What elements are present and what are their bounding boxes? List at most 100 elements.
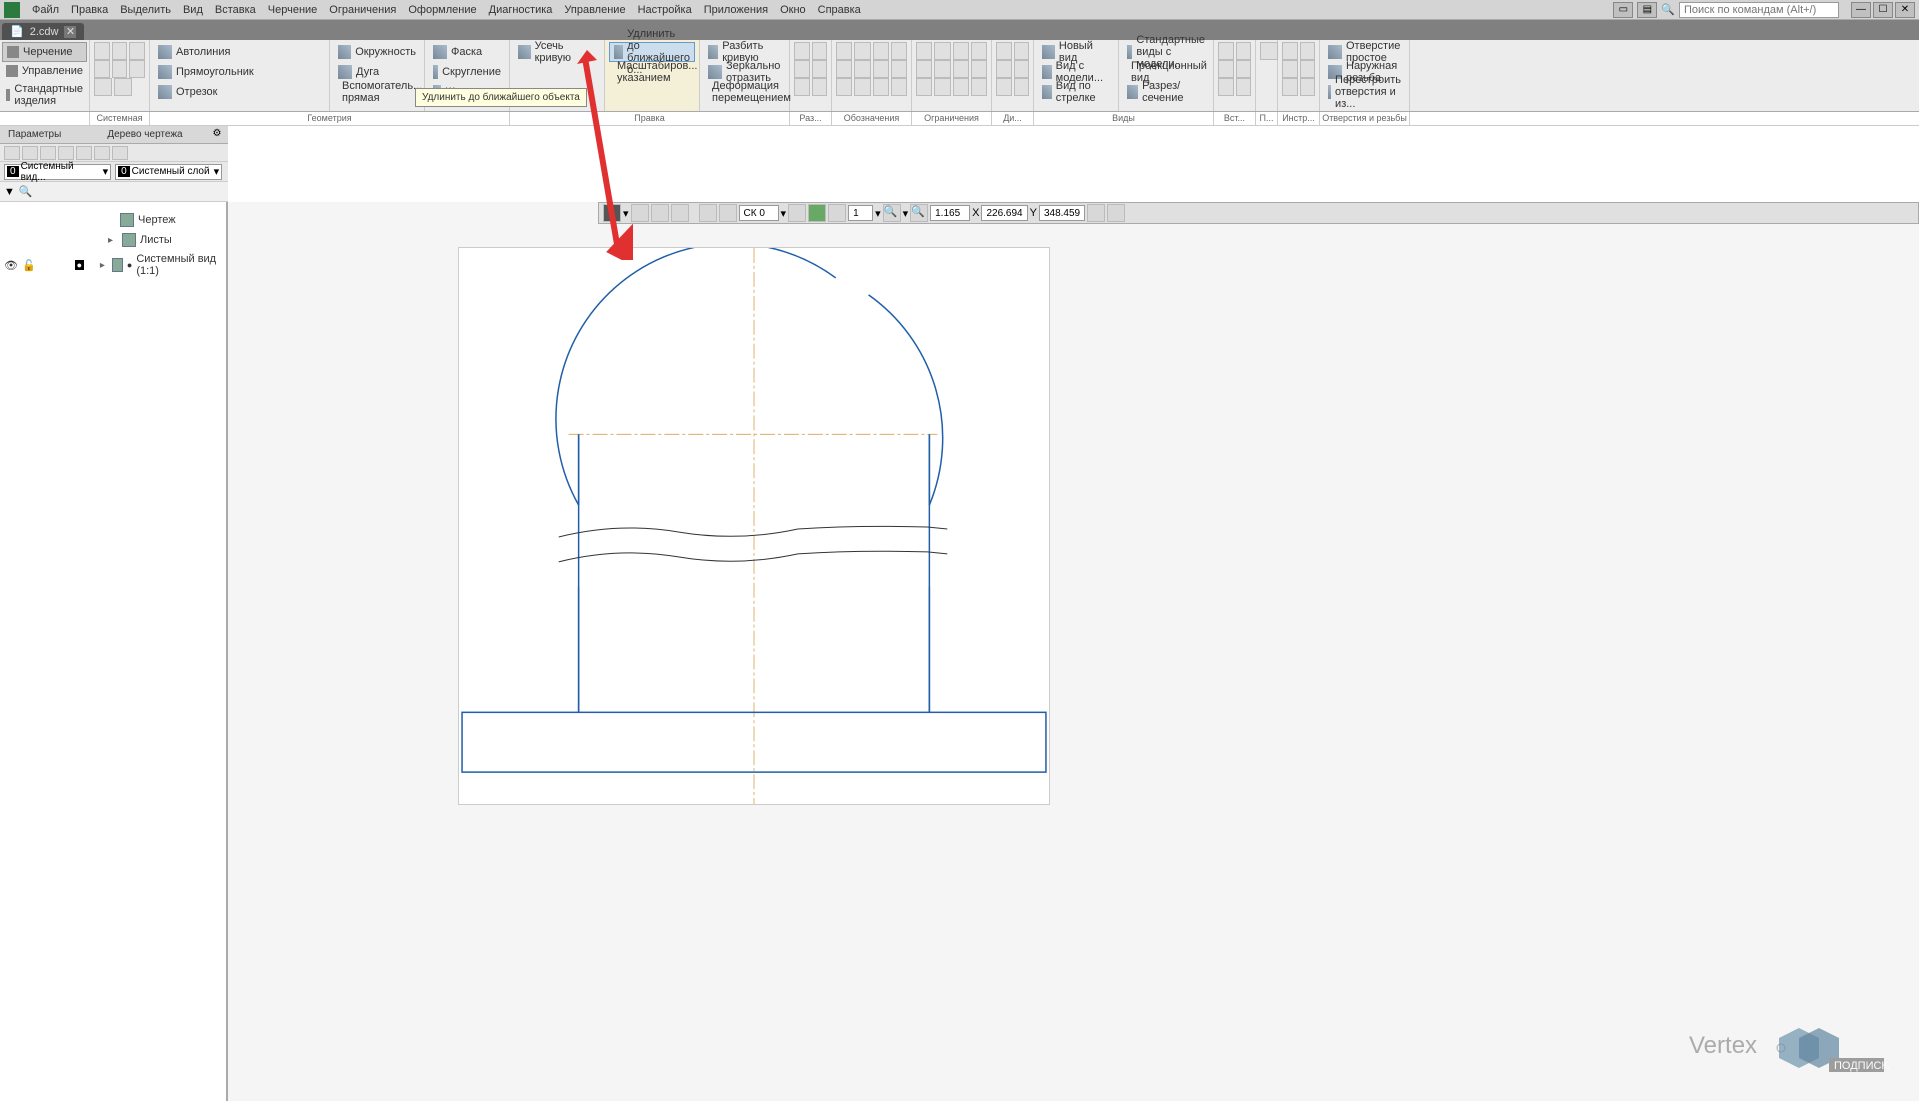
menu-drawing[interactable]: Черчение xyxy=(262,4,324,16)
auxline-button[interactable]: Вспомогатель...прямая xyxy=(334,82,420,102)
menu-view[interactable]: Вид xyxy=(177,4,209,16)
segment-button[interactable]: Отрезок xyxy=(154,82,325,102)
c1[interactable] xyxy=(916,42,932,60)
mt7[interactable] xyxy=(112,146,128,160)
redo-button[interactable] xyxy=(114,78,132,96)
in4[interactable] xyxy=(1236,60,1252,78)
circle-button[interactable]: Окружность xyxy=(334,42,420,62)
arc-button[interactable]: Дуга xyxy=(334,62,420,82)
an10[interactable] xyxy=(854,78,870,96)
ribbon-tab-std[interactable]: Стандартные изделия xyxy=(2,80,87,110)
search-tree-icon[interactable]: 🔍 xyxy=(19,185,33,198)
mt4[interactable] xyxy=(58,146,74,160)
in3[interactable] xyxy=(1218,60,1234,78)
stdviews-button[interactable]: Стандартныевиды с модели... xyxy=(1123,42,1209,62)
projview-button[interactable]: Проекционныйвид xyxy=(1123,62,1209,82)
mt5[interactable] xyxy=(76,146,92,160)
dropdown-icon[interactable]: ▾ xyxy=(903,207,909,220)
c8[interactable] xyxy=(971,60,987,78)
tree-sheets[interactable]: ▸ Листы xyxy=(0,230,226,250)
grid-button[interactable] xyxy=(699,204,717,222)
ct5[interactable] xyxy=(828,204,846,222)
menu-select[interactable]: Выделить xyxy=(114,4,177,16)
mt2[interactable] xyxy=(22,146,38,160)
extend-button[interactable]: Удлинить доближайшего о... xyxy=(609,42,695,62)
t1[interactable] xyxy=(1282,42,1298,60)
ct6[interactable] xyxy=(1087,204,1105,222)
maximize-button[interactable]: ☐ xyxy=(1873,2,1893,18)
eye-icon[interactable]: 👁 xyxy=(4,259,18,272)
tree-sysview-row[interactable]: 👁 🔓 ● ▸ ● Системный вид (1:1) xyxy=(0,250,226,280)
an2[interactable] xyxy=(854,42,870,60)
ct7[interactable] xyxy=(1107,204,1125,222)
snap-button[interactable] xyxy=(808,204,826,222)
c10[interactable] xyxy=(934,78,950,96)
c9[interactable] xyxy=(916,78,932,96)
c11[interactable] xyxy=(953,78,969,96)
cs-combo[interactable]: СК 0 xyxy=(739,205,779,221)
pencil-button[interactable] xyxy=(603,204,621,222)
layer-combo[interactable]: 0 Системный слой ▾ xyxy=(115,164,222,180)
dg6[interactable] xyxy=(1014,78,1030,96)
menu-format[interactable]: Оформление xyxy=(402,4,482,16)
close-button[interactable]: ✕ xyxy=(1895,2,1915,18)
an12[interactable] xyxy=(891,78,907,96)
zoom-value[interactable]: 1.165 xyxy=(930,205,970,221)
an1[interactable] xyxy=(836,42,852,60)
rebuild-button[interactable]: Перестроитьотверстия и из... xyxy=(1324,82,1405,102)
in5[interactable] xyxy=(1218,78,1234,96)
trim-button[interactable]: Усечь кривую xyxy=(514,42,600,62)
expand-icon[interactable]: ▸ xyxy=(100,260,108,271)
chamfer-button[interactable]: Фаска xyxy=(429,42,505,62)
export-button[interactable] xyxy=(129,60,145,78)
menu-help[interactable]: Справка xyxy=(812,4,867,16)
newview-button[interactable]: Новый вид xyxy=(1038,42,1114,62)
autoline-button[interactable]: Автолиния xyxy=(154,42,325,62)
an6[interactable] xyxy=(854,60,870,78)
document-tab[interactable]: 📄 2.cdw ✕ xyxy=(2,23,84,40)
mt1[interactable] xyxy=(4,146,20,160)
menu-window[interactable]: Окно xyxy=(774,4,812,16)
tab-close-button[interactable]: ✕ xyxy=(64,26,76,38)
an5[interactable] xyxy=(836,60,852,78)
canvas-area[interactable]: ▾ СК 0 ▾ 1 ▾ 🔍 ▾ 🔍 1.165 X 226.694 Y 348… xyxy=(228,202,1919,1101)
an4[interactable] xyxy=(891,42,907,60)
hole-button[interactable]: Отверстиепростое xyxy=(1324,42,1405,62)
c5[interactable] xyxy=(916,60,932,78)
ribbon-tab-drawing[interactable]: Черчение xyxy=(2,42,87,62)
c12[interactable] xyxy=(971,78,987,96)
minimize-button[interactable]: — xyxy=(1851,2,1871,18)
zoom-in-button[interactable]: 🔍 xyxy=(883,204,901,222)
ortho-button[interactable] xyxy=(719,204,737,222)
mt6[interactable] xyxy=(94,146,110,160)
ct3[interactable] xyxy=(671,204,689,222)
scale-button[interactable]: Масштабиров...указанием xyxy=(609,62,695,82)
split-button[interactable]: Разбить кривую xyxy=(704,42,785,62)
section-button[interactable]: Разрез/сечение xyxy=(1123,82,1209,102)
tree-root[interactable]: Чертеж xyxy=(0,210,226,230)
command-search-input[interactable] xyxy=(1679,2,1839,18)
ct2[interactable] xyxy=(651,204,669,222)
mirror-button[interactable]: Зеркальноотразить xyxy=(704,62,785,82)
color-swatch[interactable]: ● xyxy=(75,260,84,270)
open-button[interactable] xyxy=(112,42,128,60)
p1[interactable] xyxy=(1260,42,1278,60)
dim2-button[interactable] xyxy=(812,42,828,60)
save-button[interactable] xyxy=(129,42,145,60)
ribbon-tab-manage[interactable]: Управление xyxy=(2,62,87,80)
lock-icon[interactable]: 🔓 xyxy=(22,259,36,272)
preview-button[interactable] xyxy=(112,60,128,78)
t6[interactable] xyxy=(1300,78,1316,96)
menu-constraints[interactable]: Ограничения xyxy=(323,4,402,16)
an8[interactable] xyxy=(891,60,907,78)
dropdown-icon[interactable]: ▾ xyxy=(875,207,881,220)
dim5-button[interactable] xyxy=(794,78,810,96)
t5[interactable] xyxy=(1282,78,1298,96)
expand-icon[interactable]: ▸ xyxy=(108,235,118,246)
dg2[interactable] xyxy=(1014,42,1030,60)
dropdown-icon[interactable]: ▾ xyxy=(623,207,629,220)
drawing-sheet[interactable] xyxy=(458,247,1050,805)
c3[interactable] xyxy=(953,42,969,60)
menu-diag[interactable]: Диагностика xyxy=(483,4,559,16)
print-button[interactable] xyxy=(94,60,110,78)
